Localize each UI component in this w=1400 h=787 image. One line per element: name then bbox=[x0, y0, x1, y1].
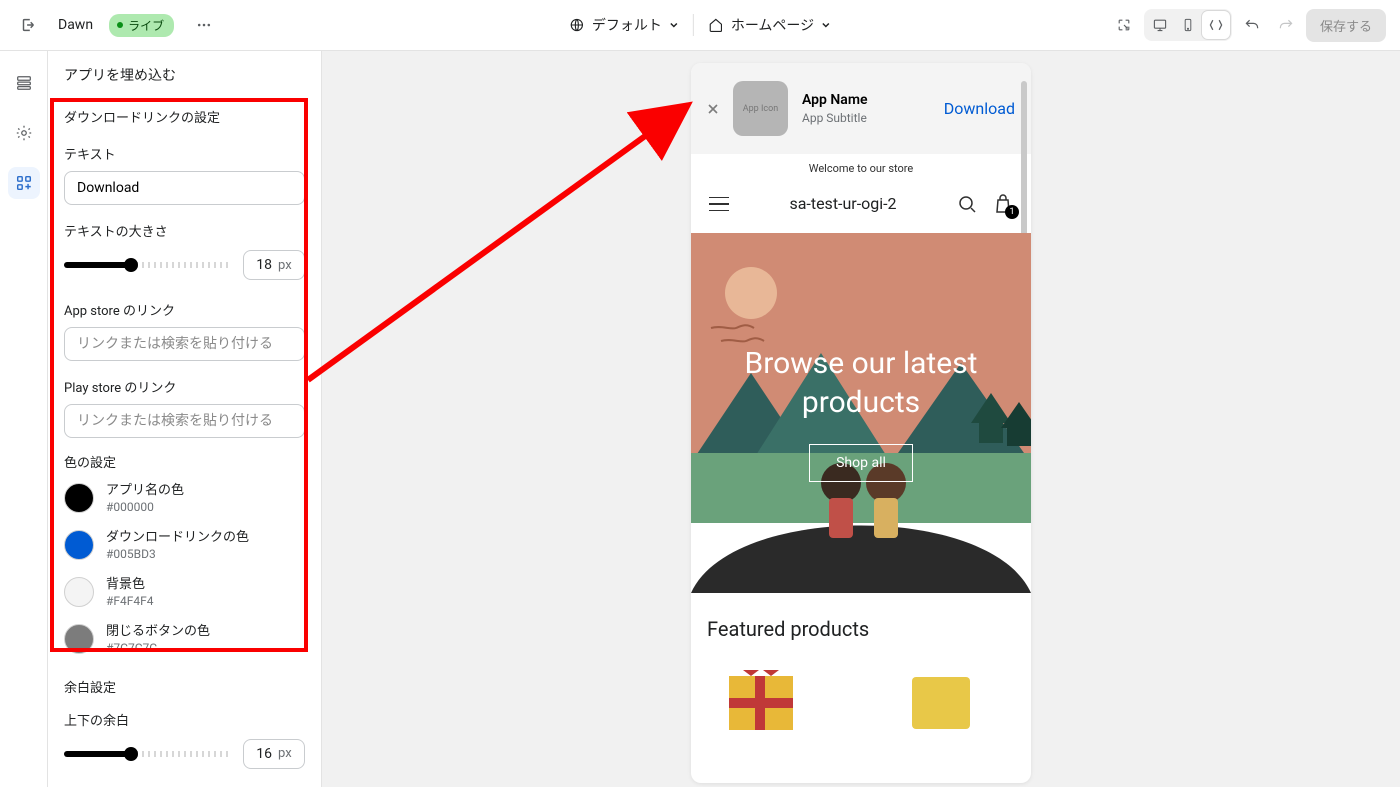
divider bbox=[693, 14, 694, 36]
locale-label: デフォルト bbox=[592, 15, 662, 35]
save-button[interactable]: 保存する bbox=[1306, 9, 1386, 42]
live-badge: ライブ bbox=[109, 14, 174, 37]
color-settings-title: 色の設定 bbox=[48, 444, 321, 475]
home-icon bbox=[708, 17, 724, 33]
cart-badge: 1 bbox=[1005, 205, 1019, 219]
menu-icon[interactable] bbox=[709, 197, 729, 212]
undo-icon[interactable] bbox=[1238, 11, 1266, 39]
sections-icon[interactable] bbox=[8, 67, 40, 99]
header-icons: 1 bbox=[957, 193, 1013, 215]
live-dot-icon bbox=[117, 22, 123, 28]
color-name: 閉じるボタンの色 bbox=[106, 624, 210, 641]
settings-sidebar: アプリを埋め込む ダウンロードリンクの設定 テキスト テキストの大きさ 18 p… bbox=[48, 51, 322, 787]
device-group bbox=[1144, 9, 1232, 41]
margin-tb-label: 上下の余白 bbox=[48, 700, 321, 735]
close-icon[interactable] bbox=[707, 103, 719, 115]
color-row-download[interactable]: ダウンロードリンクの色 #005BD3 bbox=[48, 522, 321, 569]
search-icon[interactable] bbox=[957, 194, 977, 214]
margin-tb-slider-row: 16 px bbox=[48, 735, 321, 779]
text-input[interactable] bbox=[64, 171, 305, 205]
product-thumb[interactable] bbox=[891, 663, 991, 743]
mobile-device-button[interactable] bbox=[1174, 11, 1202, 39]
inspector-icon[interactable] bbox=[1110, 11, 1138, 39]
globe-icon bbox=[569, 17, 585, 33]
main: アプリを埋め込む ダウンロードリンクの設定 テキスト テキストの大きさ 18 p… bbox=[0, 51, 1400, 787]
hero-cta-button[interactable]: Shop all bbox=[809, 444, 913, 482]
download-link[interactable]: Download bbox=[944, 99, 1015, 118]
hero-content: Browse our latest products Shop all bbox=[691, 233, 1031, 593]
theme-name: Dawn bbox=[58, 17, 93, 33]
margin-tb-unit: px bbox=[278, 746, 292, 761]
live-label: ライブ bbox=[128, 17, 164, 34]
cart-icon[interactable]: 1 bbox=[993, 193, 1013, 215]
chevron-down-icon bbox=[669, 20, 679, 30]
margin-tb-value-box[interactable]: 16 px bbox=[243, 739, 305, 769]
text-label: テキスト bbox=[48, 134, 321, 169]
fullwidth-device-button[interactable] bbox=[1202, 11, 1230, 39]
announcement-bar: Welcome to our store bbox=[691, 154, 1031, 183]
playstore-input[interactable] bbox=[64, 404, 305, 438]
chevron-down-icon bbox=[821, 20, 831, 30]
margin-lr-label: 左右の余白 bbox=[48, 779, 321, 787]
color-name: アプリ名の色 bbox=[106, 483, 184, 500]
hero-title: Browse our latest products bbox=[707, 344, 1015, 422]
app-icon-placeholder: App Icon bbox=[733, 81, 788, 136]
exit-icon[interactable] bbox=[14, 11, 42, 39]
color-row-appname[interactable]: アプリ名の色 #000000 bbox=[48, 475, 321, 522]
text-size-value: 18 bbox=[256, 257, 272, 273]
text-size-slider[interactable] bbox=[64, 262, 231, 268]
more-icon[interactable] bbox=[190, 11, 218, 39]
margin-title: 余白設定 bbox=[48, 663, 321, 700]
playstore-label: Play store のリンク bbox=[48, 367, 321, 402]
app-embeds-icon[interactable] bbox=[8, 167, 40, 199]
topbar-right: 保存する bbox=[1110, 9, 1386, 42]
appstore-label: App store のリンク bbox=[48, 290, 321, 325]
color-hex: #F4F4F4 bbox=[106, 594, 154, 608]
app-banner: App Icon App Name App Subtitle Download bbox=[691, 63, 1031, 154]
embed-title: アプリを埋め込む bbox=[48, 51, 321, 95]
swatch-icon bbox=[64, 530, 94, 560]
page-label: ホームページ bbox=[731, 15, 814, 35]
device-frame: App Icon App Name App Subtitle Download … bbox=[691, 63, 1031, 783]
appstore-input[interactable] bbox=[64, 327, 305, 361]
text-size-unit: px bbox=[278, 258, 292, 273]
swatch-icon bbox=[64, 483, 94, 513]
locale-selector[interactable]: デフォルト bbox=[569, 15, 679, 35]
left-rail bbox=[0, 51, 48, 787]
app-name: App Name bbox=[802, 92, 930, 108]
page-selector[interactable]: ホームページ bbox=[708, 15, 831, 35]
color-hex: #005BD3 bbox=[106, 547, 249, 561]
topbar-left: Dawn ライブ bbox=[14, 11, 218, 39]
product-row bbox=[691, 651, 1031, 755]
canvas: App Icon App Name App Subtitle Download … bbox=[322, 51, 1400, 787]
topbar-center: デフォルト ホームページ bbox=[569, 14, 831, 36]
dl-settings-title: ダウンロードリンクの設定 bbox=[48, 95, 321, 134]
featured-title: Featured products bbox=[691, 593, 1031, 651]
margin-tb-value: 16 bbox=[256, 746, 272, 762]
settings-icon[interactable] bbox=[8, 117, 40, 149]
redo-icon[interactable] bbox=[1272, 11, 1300, 39]
text-size-label: テキストの大きさ bbox=[48, 211, 321, 246]
color-row-close[interactable]: 閉じるボタンの色 #7C7C7C bbox=[48, 616, 321, 663]
store-name: sa-test-ur-ogi-2 bbox=[729, 194, 957, 214]
color-name: 背景色 bbox=[106, 577, 154, 594]
product-thumb[interactable] bbox=[711, 663, 811, 743]
color-hex: #7C7C7C bbox=[106, 641, 210, 655]
hero: Browse our latest products Shop all bbox=[691, 233, 1031, 593]
color-hex: #000000 bbox=[106, 500, 184, 514]
color-row-bg[interactable]: 背景色 #F4F4F4 bbox=[48, 569, 321, 616]
swatch-icon bbox=[64, 577, 94, 607]
app-subtitle: App Subtitle bbox=[802, 111, 930, 125]
store-header: sa-test-ur-ogi-2 1 bbox=[691, 183, 1031, 233]
desktop-device-button[interactable] bbox=[1146, 11, 1174, 39]
text-size-slider-row: 18 px bbox=[48, 246, 321, 290]
color-name: ダウンロードリンクの色 bbox=[106, 530, 249, 547]
swatch-icon bbox=[64, 624, 94, 654]
margin-tb-slider[interactable] bbox=[64, 751, 231, 757]
app-text: App Name App Subtitle bbox=[802, 92, 930, 125]
text-size-value-box[interactable]: 18 px bbox=[243, 250, 305, 280]
top-bar: Dawn ライブ デフォルト ホームページ bbox=[0, 0, 1400, 51]
